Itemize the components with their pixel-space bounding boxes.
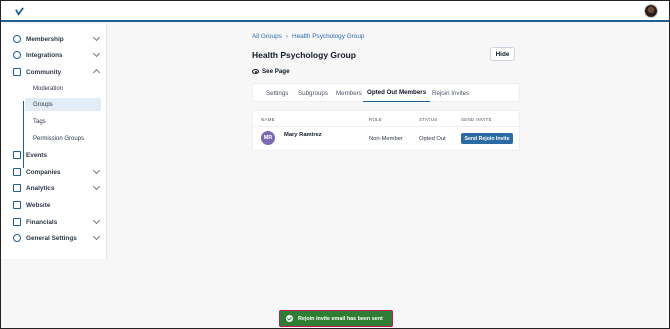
- users-icon: [13, 35, 21, 43]
- sidebar-item-label: Companies: [26, 168, 61, 176]
- chevron-down-icon: [92, 216, 101, 225]
- link-icon: [13, 51, 21, 59]
- sidebar-subitem-tags[interactable]: Tags: [25, 115, 101, 128]
- breadcrumb-separator: ›: [285, 33, 288, 40]
- sidebar-subitem-permission-groups[interactable]: Permission Groups: [25, 132, 101, 145]
- tab-bar: Settings Subgroups Members Opted Out Mem…: [252, 83, 520, 102]
- tab-subgroups[interactable]: Subgroups: [298, 84, 328, 102]
- hide-button[interactable]: Hide: [490, 47, 515, 61]
- subitem-label: Moderation: [33, 85, 64, 92]
- sidebar-item-financials[interactable]: Financials: [13, 215, 101, 229]
- calendar-icon: [13, 151, 21, 159]
- sidebar: Membership Integrations Community Modera…: [1, 24, 107, 259]
- tab-settings[interactable]: Settings: [266, 84, 288, 102]
- sidebar-item-label: Website: [26, 201, 51, 209]
- globe-icon: [13, 201, 21, 209]
- sidebar-item-website[interactable]: Website: [13, 198, 101, 212]
- toast-message: Rejoin invite email has been sent: [298, 315, 383, 322]
- sidebar-item-events[interactable]: Events: [13, 148, 101, 162]
- user-avatar[interactable]: [644, 4, 658, 18]
- breadcrumb: All Groups › Health Psychology Group: [252, 33, 364, 40]
- building-icon: [13, 168, 21, 176]
- sidebar-item-analytics[interactable]: Analytics: [13, 181, 101, 195]
- breadcrumb-all-groups[interactable]: All Groups: [252, 33, 282, 40]
- top-bar: [1, 1, 669, 22]
- tab-rejoin-invites[interactable]: Rejoin Invites: [432, 84, 469, 102]
- gear-icon: [13, 234, 21, 242]
- eye-icon: [252, 69, 259, 74]
- sidebar-subitem-groups[interactable]: Groups: [25, 98, 101, 111]
- sidebar-item-community[interactable]: Community: [13, 65, 101, 79]
- member-name: Mary Ramirez: [284, 132, 322, 138]
- chart-icon: [13, 184, 21, 192]
- sidebar-item-integrations[interactable]: Integrations: [13, 48, 101, 62]
- sidebar-item-label: Community: [26, 68, 62, 76]
- sidebar-item-general-settings[interactable]: General Settings: [13, 231, 101, 245]
- chevron-down-icon: [92, 182, 101, 191]
- sidebar-item-label: Membership: [26, 35, 64, 43]
- breadcrumb-current[interactable]: Health Psychology Group: [292, 33, 364, 40]
- app-logo-icon[interactable]: [15, 7, 24, 16]
- wallet-icon: [13, 218, 21, 226]
- chevron-down-icon: [92, 33, 101, 42]
- see-page-link[interactable]: See Page: [252, 68, 290, 75]
- app-window: Membership Integrations Community Modera…: [0, 0, 670, 329]
- column-header-send-invite: SEND INVITE: [461, 117, 492, 122]
- page-title: Health Psychology Group: [252, 50, 356, 60]
- sidebar-item-membership[interactable]: Membership: [13, 32, 101, 46]
- see-page-label: See Page: [262, 68, 290, 75]
- sidebar-item-label: Events: [26, 151, 47, 159]
- divider: [253, 126, 519, 127]
- subitem-label: Tags: [33, 118, 46, 125]
- check-circle-icon: [286, 315, 293, 322]
- subitem-label: Permission Groups: [33, 135, 85, 142]
- members-table: NAME ROLE STATUS SEND INVITE MR Mary Ram…: [252, 110, 520, 151]
- column-header-role: ROLE: [369, 117, 383, 122]
- chevron-down-icon: [92, 232, 101, 241]
- chevron-down-icon: [92, 166, 101, 175]
- sidebar-item-label: General Settings: [26, 234, 77, 242]
- avatar: MR: [261, 131, 275, 145]
- tab-members[interactable]: Members: [336, 84, 362, 102]
- subitem-label: Groups: [33, 101, 53, 108]
- sidebar-item-label: Analytics: [26, 184, 55, 192]
- member-status: Opted Out: [419, 136, 446, 142]
- success-toast: Rejoin invite email has been sent: [279, 310, 393, 327]
- sidebar-item-label: Integrations: [26, 51, 63, 59]
- sidebar-subitem-moderation[interactable]: Moderation: [25, 82, 101, 95]
- sidebar-item-label: Financials: [26, 218, 58, 226]
- chevron-up-icon: [92, 68, 101, 77]
- member-role: Non-Member: [369, 136, 403, 142]
- sidebar-item-companies[interactable]: Companies: [13, 165, 101, 179]
- tab-opted-out-members[interactable]: Opted Out Members: [363, 84, 431, 102]
- book-icon: [13, 68, 21, 76]
- chevron-down-icon: [92, 49, 101, 58]
- column-header-name: NAME: [261, 117, 275, 122]
- column-header-status: STATUS: [419, 117, 438, 122]
- send-rejoin-invite-button[interactable]: Send Rejoin Invite: [461, 133, 513, 144]
